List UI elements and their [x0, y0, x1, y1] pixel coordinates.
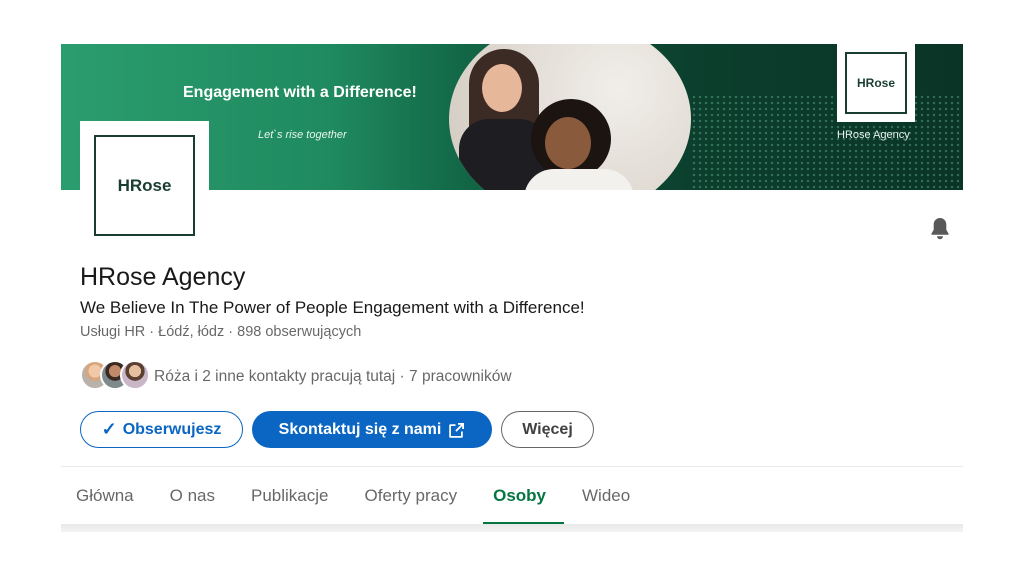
banner-agency-label: HRose Agency — [837, 129, 910, 141]
banner-person2-face — [545, 117, 591, 169]
tab-people[interactable]: Osoby — [483, 467, 564, 524]
connection-avatars — [80, 360, 150, 394]
notification-bell-button[interactable] — [927, 215, 953, 241]
company-tagline: We Believe In The Power of People Engage… — [80, 298, 585, 317]
employee-connections[interactable]: Róża i 2 inne kontakty pracują tutaj · 7… — [80, 360, 512, 394]
more-label: Więcej — [522, 420, 573, 438]
banner-tagline: Engagement with a Difference! — [183, 84, 417, 101]
company-logo[interactable]: HRose — [80, 121, 209, 250]
following-label: Obserwujesz — [122, 420, 222, 438]
banner-photo — [449, 44, 691, 190]
connections-text: Róża i 2 inne kontakty pracują tutaj · 7… — [154, 368, 512, 385]
more-button[interactable]: Więcej — [501, 411, 594, 448]
tab-home[interactable]: Główna — [76, 467, 134, 524]
contact-us-button[interactable]: Skontaktuj się z nami — [252, 411, 492, 448]
company-logo-text: HRose — [94, 135, 195, 236]
company-name: HRose Agency — [80, 263, 246, 291]
banner-dot-pattern — [691, 94, 963, 190]
contact-label: Skontaktuj się z nami — [278, 420, 442, 438]
page-tabs: Główna O nas Publikacje Oferty pracy Oso… — [61, 467, 963, 524]
banner-logo-text: HRose — [845, 52, 907, 114]
company-page-card: Engagement with a Difference! Let`s rise… — [61, 44, 963, 532]
card-bottom-edge — [61, 524, 963, 532]
banner-subtagline: Let`s rise together — [258, 129, 347, 141]
external-link-icon — [449, 422, 465, 438]
bell-icon — [931, 218, 949, 240]
tab-videos[interactable]: Wideo — [582, 467, 630, 524]
tab-posts[interactable]: Publikacje — [251, 467, 329, 524]
banner-person-face — [482, 64, 522, 112]
company-meta: Usługi HR · Łódź, łódz · 898 obserwujący… — [80, 324, 362, 340]
tab-jobs[interactable]: Oferty pracy — [365, 467, 458, 524]
avatar — [120, 360, 150, 390]
banner-logo: HRose — [837, 44, 915, 122]
check-icon: ✓ — [101, 419, 117, 439]
following-button[interactable]: ✓ Obserwujesz — [80, 411, 243, 448]
tab-about[interactable]: O nas — [170, 467, 215, 524]
banner-person2-body — [524, 169, 634, 190]
